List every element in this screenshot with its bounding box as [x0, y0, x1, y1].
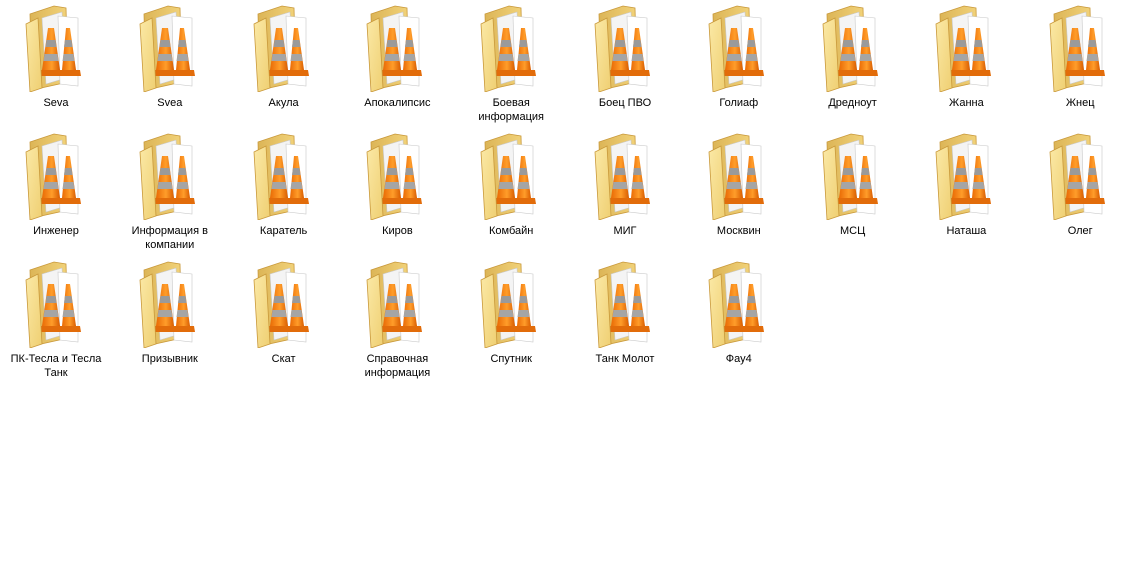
folder-label: МИГ: [613, 225, 637, 237]
folder-icon: [139, 133, 195, 220]
folder-label: Svea: [157, 97, 183, 109]
folder-icon: [480, 133, 537, 220]
folder-view[interactable]: Seva Svea Акула Апокалипсис Боевая инфор…: [0, 0, 1137, 579]
folder-item[interactable]: Танк Молот: [573, 256, 677, 380]
folder-icon: [708, 5, 764, 92]
folder-label: Жнец: [1065, 97, 1095, 109]
folder-label: Спутник: [490, 353, 532, 365]
folder-icon: [822, 5, 878, 92]
folder-item[interactable]: Жанна: [914, 0, 1018, 124]
folder-item[interactable]: Инженер: [4, 128, 108, 252]
folder-icon: [253, 5, 309, 92]
folder-icon: [253, 133, 309, 220]
folder-icon: [25, 133, 81, 220]
folder-label: Фау4: [725, 353, 752, 365]
folder-icon: [594, 133, 650, 220]
folder-label: Призывник: [141, 353, 198, 365]
folder-icon: [822, 133, 878, 220]
folder-item[interactable]: Каратель: [232, 128, 336, 252]
folder-label: Комбайн: [489, 225, 534, 237]
folder-icon: [139, 5, 195, 92]
folder-label: Каратель: [259, 225, 308, 237]
folder-item[interactable]: Призывник: [118, 256, 222, 380]
folder-icon: [935, 133, 992, 220]
folder-label: ПК-Тесла и Тесла Танк: [10, 353, 102, 379]
folder-label: Боевая информация: [478, 97, 544, 123]
folder-item[interactable]: Боец ПВО: [573, 0, 677, 124]
folder-label: Инженер: [33, 225, 79, 237]
folder-icon: [1049, 5, 1106, 92]
folder-item[interactable]: Акула: [232, 0, 336, 124]
folder-label: Боец ПВО: [598, 97, 652, 109]
folder-icon: [480, 261, 537, 348]
folder-icon: [594, 5, 650, 92]
folder-item[interactable]: Дредноут: [801, 0, 905, 124]
folder-label: Наташа: [946, 225, 987, 237]
folder-item[interactable]: Seva: [4, 0, 108, 124]
folder-icon: [25, 261, 81, 348]
folder-icon: [366, 133, 423, 220]
folder-label: Seva: [43, 97, 69, 109]
folder-item[interactable]: Апокалипсис: [345, 0, 449, 124]
folder-item[interactable]: Боевая информация: [459, 0, 563, 124]
folder-item[interactable]: Олег: [1028, 128, 1132, 252]
folder-label: Танк Молот: [595, 353, 655, 365]
folder-item[interactable]: ПК-Тесла и Тесла Танк: [4, 256, 108, 380]
folder-icon: [253, 261, 309, 348]
folder-icon: [366, 261, 423, 348]
folder-item[interactable]: Svea: [118, 0, 222, 124]
folder-label: Справочная информация: [364, 353, 431, 379]
folder-item[interactable]: Скат: [232, 256, 336, 380]
folder-item[interactable]: МИГ: [573, 128, 677, 252]
folder-icon: [935, 5, 992, 92]
folder-label: МСЦ: [839, 225, 866, 237]
folder-icon: [1049, 133, 1106, 220]
folder-item[interactable]: Справочная информация: [345, 256, 449, 380]
folder-item[interactable]: Комбайн: [459, 128, 563, 252]
folder-item[interactable]: Москвин: [687, 128, 791, 252]
folder-item[interactable]: МСЦ: [801, 128, 905, 252]
folder-label: Апокалипсис: [364, 97, 431, 109]
folder-label: Киров: [382, 225, 413, 237]
folder-label: Москвин: [716, 225, 761, 237]
folder-icon: [480, 5, 537, 92]
folder-item[interactable]: Голиаф: [687, 0, 791, 124]
folder-label: Акула: [268, 97, 299, 109]
folder-item[interactable]: Спутник: [459, 256, 563, 380]
folder-icon: [366, 5, 423, 92]
folder-icon: [708, 133, 764, 220]
folder-label: Информация в компании: [131, 225, 208, 251]
folder-icon: [594, 261, 650, 348]
folder-label: Олег: [1067, 225, 1093, 237]
folder-icon: [708, 261, 764, 348]
folder-label: Скат: [271, 353, 296, 365]
folder-item[interactable]: Киров: [345, 128, 449, 252]
folder-label: Жанна: [949, 97, 984, 109]
folder-label: Дредноут: [828, 97, 877, 109]
folder-icon: [139, 261, 195, 348]
folder-item[interactable]: Жнец: [1028, 0, 1132, 124]
folder-icon: [25, 5, 81, 92]
folder-item[interactable]: Информация в компании: [118, 128, 222, 252]
folder-label: Голиаф: [719, 97, 759, 109]
folder-item[interactable]: Наташа: [914, 128, 1018, 252]
folder-item[interactable]: Фау4: [687, 256, 791, 380]
